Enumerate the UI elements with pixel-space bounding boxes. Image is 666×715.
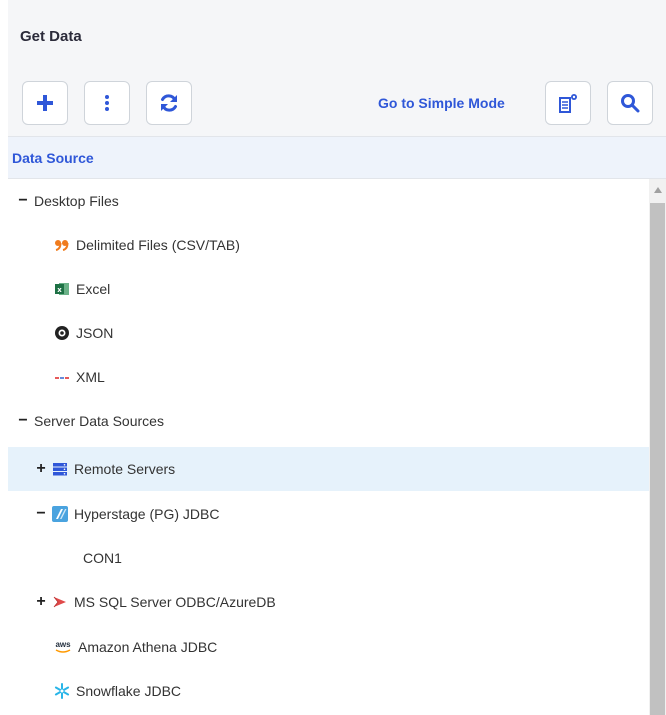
add-button[interactable] — [22, 81, 68, 125]
sql-server-icon — [52, 594, 68, 610]
tree-item-snowflake[interactable]: Snowflake JDBC — [8, 669, 649, 713]
scroll-up-arrow-icon — [653, 187, 662, 193]
data-settings-icon — [559, 94, 577, 113]
collapse-toggle[interactable]: − — [16, 193, 30, 209]
expand-toggle[interactable]: + — [34, 594, 48, 610]
tree-node-remote-servers[interactable]: + Remote Servers — [8, 447, 649, 491]
refresh-button[interactable] — [146, 81, 192, 125]
data-source-label: Data Source — [12, 150, 94, 166]
tree-node-desktop-files[interactable]: − Desktop Files — [8, 179, 649, 223]
tree-item-label: CON1 — [83, 550, 122, 566]
aws-icon-text: aws — [55, 639, 71, 649]
tree-node-label: Remote Servers — [74, 461, 176, 477]
toolbar: Go to Simple Mode — [8, 70, 666, 137]
tree-node-label: Hyperstage (PG) JDBC — [74, 506, 220, 522]
tree-item-con1[interactable]: CON1 — [8, 536, 649, 580]
tree-node-server-data-sources[interactable]: − Server Data Sources — [8, 399, 649, 443]
tree-node-label: Desktop Files — [34, 193, 119, 209]
tree-item-xml[interactable]: XML — [8, 355, 649, 399]
tree-node-label: Server Data Sources — [34, 413, 164, 429]
tree-item-label: Excel — [76, 281, 111, 297]
get-data-panel: Get Data Go to Simple Mode Data Source −… — [8, 0, 666, 715]
aws-icon: aws — [54, 639, 72, 655]
svg-text:x: x — [57, 286, 62, 294]
tree-node-ms-sql-server[interactable]: + MS SQL Server ODBC/AzureDB — [8, 580, 649, 624]
tree-node-label: MS SQL Server ODBC/AzureDB — [74, 594, 276, 610]
collapse-toggle[interactable]: − — [34, 506, 48, 522]
tree-item-label: XML — [76, 369, 105, 385]
plus-icon — [37, 95, 53, 111]
collapse-toggle[interactable]: − — [16, 413, 30, 429]
tree-item-label: JSON — [76, 325, 114, 341]
go-to-simple-mode-link[interactable]: Go to Simple Mode — [378, 95, 505, 111]
tree-item-excel[interactable]: x Excel — [8, 267, 649, 311]
server-stack-icon — [52, 461, 68, 477]
tree-item-label: Delimited Files (CSV/TAB) — [76, 237, 240, 253]
data-settings-button[interactable] — [545, 81, 591, 125]
panel-title: Get Data — [20, 28, 82, 45]
json-icon — [54, 325, 70, 341]
expand-toggle[interactable]: + — [34, 461, 48, 477]
search-icon — [621, 94, 640, 113]
xml-icon — [54, 369, 70, 385]
tree-node-hyperstage[interactable]: − Hyperstage (PG) JDBC — [8, 492, 649, 536]
panel-header: Get Data — [8, 0, 666, 70]
tree-item-label: Amazon Athena JDBC — [78, 639, 218, 655]
refresh-icon — [161, 94, 177, 112]
scroll-up-button[interactable] — [649, 179, 666, 201]
more-options-button[interactable] — [84, 81, 130, 125]
tree-item-json[interactable]: JSON — [8, 311, 649, 355]
scroll-thumb[interactable] — [650, 203, 665, 715]
excel-icon: x — [54, 281, 70, 297]
tree-item-amazon-athena[interactable]: aws Amazon Athena JDBC — [8, 625, 649, 669]
tree-scrollbar[interactable] — [649, 179, 666, 715]
hyperstage-icon — [52, 506, 68, 522]
snowflake-icon — [54, 683, 70, 699]
quote-icon — [54, 237, 70, 253]
vertical-dots-icon — [105, 95, 109, 111]
tree-item-label: Snowflake JDBC — [76, 683, 182, 699]
search-button[interactable] — [607, 81, 653, 125]
data-source-tree: − Desktop Files Delimited Files (CSV/TAB… — [8, 179, 649, 715]
tree-item-delimited-files[interactable]: Delimited Files (CSV/TAB) — [8, 223, 649, 267]
data-source-header: Data Source — [8, 137, 666, 179]
